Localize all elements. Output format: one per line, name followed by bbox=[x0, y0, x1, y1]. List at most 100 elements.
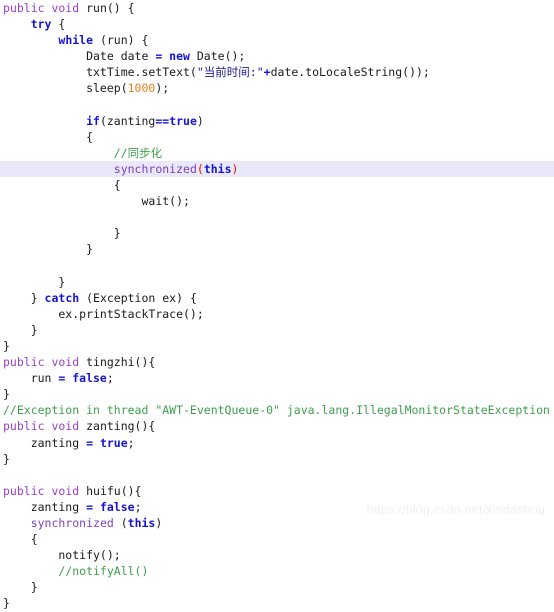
code-token: } bbox=[3, 338, 10, 353]
code-line: run = false; bbox=[0, 370, 554, 386]
code-token: this bbox=[203, 161, 232, 176]
code-line: wait(); bbox=[0, 193, 554, 209]
code-token: { bbox=[3, 178, 121, 193]
code-token: public void bbox=[3, 483, 87, 498]
code-line: public void zanting(){ bbox=[0, 418, 554, 434]
code-token: ; bbox=[127, 435, 135, 450]
code-token: ) bbox=[196, 113, 204, 128]
code-line: } bbox=[0, 274, 554, 290]
code-token: public void bbox=[3, 355, 87, 370]
code-token: { bbox=[3, 129, 94, 144]
code-token: } bbox=[3, 290, 45, 305]
code-token: + bbox=[263, 65, 271, 80]
code-token: while bbox=[58, 33, 94, 48]
code-token: if bbox=[86, 113, 100, 128]
code-line: } bbox=[0, 241, 554, 257]
code-viewer: public void run() { try { while (run) { … bbox=[0, 0, 554, 610]
code-token: } bbox=[3, 387, 10, 402]
code-token: = true bbox=[86, 435, 128, 450]
code-line: while (run) { bbox=[0, 32, 554, 48]
code-token: 1000 bbox=[127, 81, 156, 96]
code-line: txtTime.setText("当前时间:"+date.toLocaleStr… bbox=[0, 64, 554, 80]
code-line: public void huifu(){ bbox=[0, 483, 554, 499]
code-line: notify(); bbox=[0, 547, 554, 563]
code-line-highlighted: synchronized(this) bbox=[0, 160, 554, 178]
code-token: wait(); bbox=[3, 194, 190, 209]
code-line: } bbox=[0, 451, 554, 467]
code-token: (run) { bbox=[93, 33, 149, 48]
code-token: ; bbox=[106, 371, 114, 386]
code-token: "当前时间:" bbox=[196, 65, 264, 80]
code-token: synchronized bbox=[30, 516, 114, 530]
code-token: huifu(){ bbox=[86, 483, 142, 498]
code-token: ); bbox=[155, 81, 170, 96]
code-token: ( bbox=[196, 161, 204, 176]
code-line: public void run() { bbox=[0, 0, 554, 16]
code-line: sleep(1000); bbox=[0, 80, 554, 96]
code-line: if(zanting==true) bbox=[0, 113, 554, 129]
code-token: //同步化 bbox=[113, 145, 163, 160]
code-token: public void bbox=[3, 419, 87, 434]
code-token: { bbox=[51, 17, 66, 32]
code-line: } bbox=[0, 579, 554, 595]
code-line: } bbox=[0, 595, 554, 611]
code-line: { bbox=[0, 531, 554, 547]
code-token: = false bbox=[58, 371, 107, 386]
code-line: } bbox=[0, 322, 554, 338]
code-line: } bbox=[0, 386, 554, 402]
code-token: } bbox=[3, 242, 94, 257]
code-token: = false bbox=[86, 499, 135, 514]
code-token: zanting bbox=[3, 435, 87, 450]
code-line: //Exception in thread "AWT-EventQueue-0"… bbox=[0, 402, 554, 418]
code-token: (zanting bbox=[99, 113, 156, 128]
code-token: try bbox=[30, 17, 52, 32]
code-token: ==true bbox=[155, 113, 197, 128]
code-line: //notifyAll() bbox=[0, 563, 554, 579]
code-token: synchronized bbox=[113, 161, 197, 176]
code-line: //同步化 bbox=[0, 145, 554, 161]
code-token: } bbox=[3, 226, 121, 241]
code-listing: public void run() { try { while (run) { … bbox=[0, 0, 554, 612]
code-token: = new bbox=[155, 49, 190, 64]
code-line: { bbox=[0, 177, 554, 193]
code-line: { bbox=[0, 129, 554, 145]
code-token: ex.printStackTrace(); bbox=[3, 306, 204, 321]
code-token: notify(); bbox=[3, 548, 121, 563]
code-token: tingzhi(){ bbox=[86, 355, 156, 370]
code-token: ( bbox=[113, 516, 128, 530]
code-token: } bbox=[3, 580, 38, 595]
code-token: Date date bbox=[3, 49, 156, 64]
code-token: catch bbox=[44, 290, 80, 305]
code-line: } catch (Exception ex) { bbox=[0, 290, 554, 306]
code-token: sleep( bbox=[3, 81, 128, 96]
code-token: { bbox=[3, 532, 38, 547]
code-token: //Exception in thread "AWT-EventQueue-0"… bbox=[3, 403, 550, 418]
code-line: try { bbox=[0, 16, 554, 32]
code-token: date.toLocaleString()); bbox=[270, 65, 430, 80]
code-token: zanting bbox=[3, 499, 87, 514]
code-token: ) bbox=[231, 161, 239, 176]
code-token: Date(); bbox=[189, 49, 246, 64]
code-token: run bbox=[3, 371, 59, 386]
code-token: } bbox=[3, 596, 10, 611]
code-line: ex.printStackTrace(); bbox=[0, 306, 554, 322]
code-token: } bbox=[3, 451, 10, 466]
code-line: Date date = new Date(); bbox=[0, 48, 554, 64]
code-token: run() { bbox=[86, 1, 135, 15]
code-line: public void tingzhi(){ bbox=[0, 354, 554, 370]
code-token: } bbox=[3, 274, 66, 289]
code-token: txtTime.setText( bbox=[3, 65, 197, 80]
watermark-text: https://blog.csdn.net/xindashou bbox=[366, 503, 545, 517]
code-line: } bbox=[0, 338, 554, 354]
code-token: //notifyAll() bbox=[58, 564, 149, 579]
